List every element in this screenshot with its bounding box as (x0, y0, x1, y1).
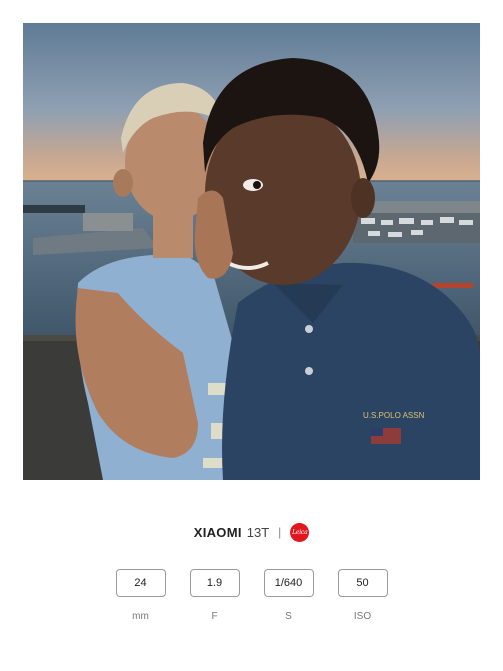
spec-value: 1.9 (189, 569, 240, 597)
separator: | (278, 525, 282, 539)
photo: U.S.POLO ASSN (23, 23, 480, 480)
camera-watermark: XIAOMI 13T | Leica (0, 519, 503, 545)
spec-iso: 50 ISO (337, 569, 388, 622)
spec-shutter: 1/640 S (263, 569, 314, 622)
spec-value: 24 (115, 569, 166, 597)
brand-name: XIAOMI (193, 524, 242, 540)
spec-unit: mm (132, 611, 149, 622)
spec-unit: F (211, 611, 218, 622)
spec-value: 1/640 (263, 569, 314, 597)
spec-unit: ISO (353, 611, 372, 622)
exif-specs: 24 mm 1.9 F 1/640 S 50 ISO (0, 569, 503, 622)
photo-illustration: U.S.POLO ASSN (23, 23, 480, 480)
leica-logo-icon: Leica (290, 522, 310, 542)
svg-text:U.S.POLO ASSN: U.S.POLO ASSN (363, 411, 425, 420)
spec-focal-length: 24 mm (115, 569, 166, 622)
spec-aperture: 1.9 F (189, 569, 240, 622)
spec-unit: S (285, 611, 292, 622)
model-name: 13T (246, 524, 270, 540)
spec-value: 50 (337, 569, 388, 597)
